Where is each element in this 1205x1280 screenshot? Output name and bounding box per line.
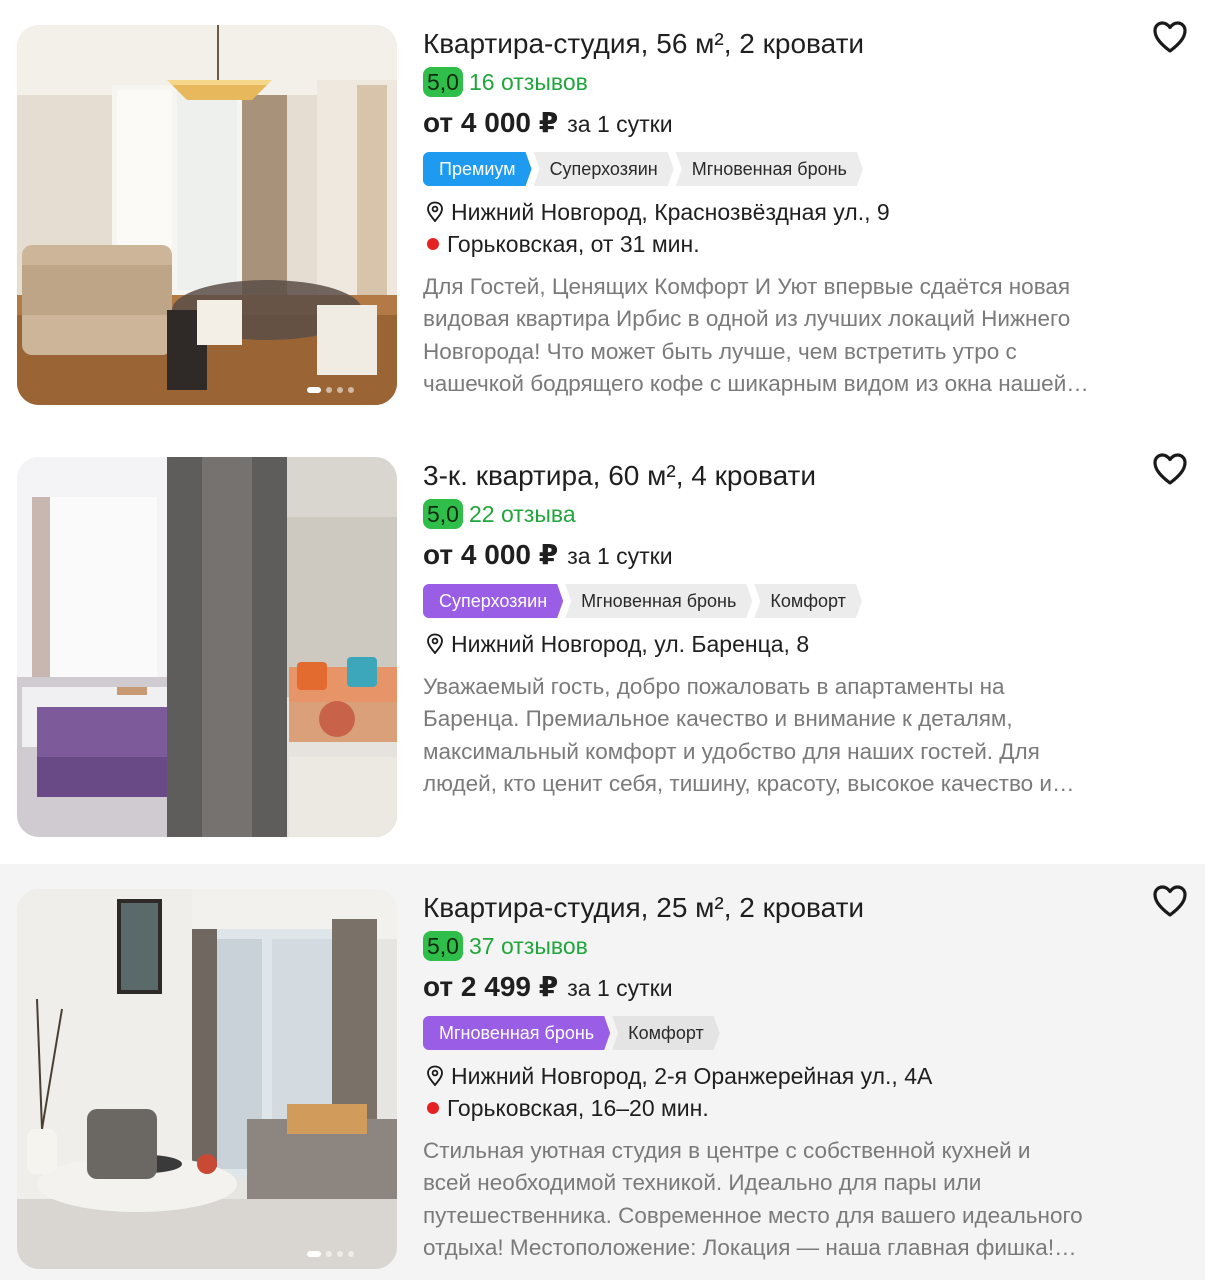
tag-instant-booking: Мгновенная бронь [676, 152, 863, 186]
metro-text: Горьковская, от 31 мин. [447, 231, 700, 257]
address: Нижний Новгород, Краснозвёздная ул., 9 [423, 196, 890, 228]
carousel-dot[interactable] [307, 387, 321, 393]
carousel-dot[interactable] [348, 1251, 354, 1257]
carousel-dot[interactable] [326, 1251, 332, 1257]
tag-list: Премиум Суперхозяин Мгновенная бронь [423, 152, 865, 186]
reviews-link[interactable]: 16 отзывов [469, 67, 588, 97]
address: Нижний Новгород, ул. Баренца, 8 [423, 628, 809, 660]
carousel-dot[interactable] [348, 387, 354, 393]
price-row: от 2 499 ₽ за 1 сутки [423, 970, 673, 1010]
description-line: Для Гостей, Ценящих Комфорт И Уют впервы… [423, 274, 1071, 299]
listing-title[interactable]: Квартира-студия, 25 м², 2 кровати [423, 889, 864, 927]
description-line: всей необходимой техникой. Идеально для … [423, 1170, 982, 1196]
description-line: Уважаемый гость, добро пожаловать в апар… [423, 674, 1005, 699]
price-unit: за 1 сутки [567, 111, 673, 137]
metro-text: Горьковская, 16–20 мин. [447, 1095, 709, 1121]
listing-description: Для Гостей, Ценящих Комфорт И Уют впервы… [423, 271, 1183, 400]
reviews-link[interactable]: 37 отзывов [469, 931, 588, 961]
location-pin-icon [427, 633, 443, 655]
price: от 4 000 ₽ [423, 107, 559, 138]
carousel-dot[interactable] [337, 387, 343, 393]
carousel-dot[interactable] [307, 1251, 321, 1257]
location-pin-icon [427, 201, 443, 223]
favorite-heart-icon[interactable] [1152, 20, 1188, 54]
listing-card[interactable]: Квартира-студия, 56 м², 2 кровати 5,0 16… [0, 0, 1205, 432]
rating-badge: 5,0 [423, 499, 463, 529]
listing-title[interactable]: 3-к. квартира, 60 м², 4 кровати [423, 457, 816, 495]
listing-card[interactable]: 3-к. квартира, 60 м², 4 кровати 5,0 22 о… [0, 432, 1205, 864]
rating-badge: 5,0 [423, 931, 463, 961]
tag-superhost: Суперхозяин [534, 152, 674, 186]
description-line: отдыха! Местоположение: Локация — наша г… [423, 1234, 1077, 1260]
rating-row: 5,0 37 отзывов [423, 929, 588, 963]
price: от 2 499 ₽ [423, 971, 559, 1002]
metro-line-icon [427, 1102, 439, 1114]
price: от 4 000 ₽ [423, 539, 559, 570]
price-unit: за 1 сутки [567, 975, 673, 1001]
description-line: видовая квартира Ирбис в одной из лучших… [423, 306, 1071, 332]
reviews-link[interactable]: 22 отзыва [469, 499, 576, 529]
bedroom-photo [17, 457, 397, 837]
address-text: Нижний Новгород, ул. Баренца, 8 [451, 631, 810, 657]
description-line: Баренца. Премиальное качество и внимание… [423, 706, 1013, 732]
description-line: Новгорода! Что может быть лучше, чем вст… [423, 338, 1017, 364]
description-line: максимальный комфорт и удобство для наши… [423, 738, 1040, 764]
description-line: чашечкой бодрящего кофе с шикарным видом… [423, 370, 1089, 396]
tag-list: Суперхозяин Мгновенная бронь Комфорт [423, 584, 864, 618]
listing-title[interactable]: Квартира-студия, 56 м², 2 кровати [423, 25, 864, 63]
listing-photo[interactable] [17, 457, 397, 837]
tag-instant-booking: Мгновенная бронь [423, 1016, 610, 1050]
carousel-dots[interactable] [307, 387, 354, 393]
favorite-heart-icon[interactable] [1152, 884, 1188, 918]
living-room-photo [17, 25, 397, 405]
listing-description: Стильная уютная студия в центре с собств… [423, 1135, 1183, 1264]
address: Нижний Новгород, 2-я Оранжерейная ул., 4… [423, 1060, 932, 1092]
description-line: Стильная уютная студия в центре с собств… [423, 1138, 1031, 1163]
address-text: Нижний Новгород, 2-я Оранжерейная ул., 4… [451, 1063, 933, 1089]
tag-comfort: Комфорт [754, 584, 862, 618]
metro-station: Горьковская, от 31 мин. [423, 228, 700, 260]
rating-row: 5,0 22 отзыва [423, 497, 576, 531]
tag-premium: Премиум [423, 152, 532, 186]
tag-comfort: Комфорт [612, 1016, 720, 1050]
address-text: Нижний Новгород, Краснозвёздная ул., 9 [451, 199, 890, 225]
carousel-dots[interactable] [307, 1251, 354, 1257]
rating-badge: 5,0 [423, 67, 463, 97]
listing-description: Уважаемый гость, добро пожаловать в апар… [423, 671, 1183, 800]
description-line: путешественника. Современное место для в… [423, 1202, 1083, 1228]
location-pin-icon [427, 1065, 443, 1087]
favorite-heart-icon[interactable] [1152, 452, 1188, 486]
price-row: от 4 000 ₽ за 1 сутки [423, 106, 673, 146]
tag-list: Мгновенная бронь Комфорт [423, 1016, 722, 1050]
listing-photo[interactable] [17, 889, 397, 1269]
description-line: людей, кто ценит себя, тишину, красоту, … [423, 770, 1075, 796]
metro-station: Горьковская, 16–20 мин. [423, 1092, 709, 1124]
tag-superhost: Суперхозяин [423, 584, 563, 618]
metro-line-icon [427, 238, 439, 250]
carousel-dot[interactable] [337, 1251, 343, 1257]
price-unit: за 1 сутки [567, 543, 673, 569]
tag-instant-booking: Мгновенная бронь [565, 584, 752, 618]
rating-row: 5,0 16 отзывов [423, 65, 588, 99]
price-row: от 4 000 ₽ за 1 сутки [423, 538, 673, 578]
listing-photo[interactable] [17, 25, 397, 405]
listing-card[interactable]: Квартира-студия, 25 м², 2 кровати 5,0 37… [0, 864, 1205, 1280]
studio-photo [17, 889, 397, 1269]
carousel-dot[interactable] [326, 387, 332, 393]
